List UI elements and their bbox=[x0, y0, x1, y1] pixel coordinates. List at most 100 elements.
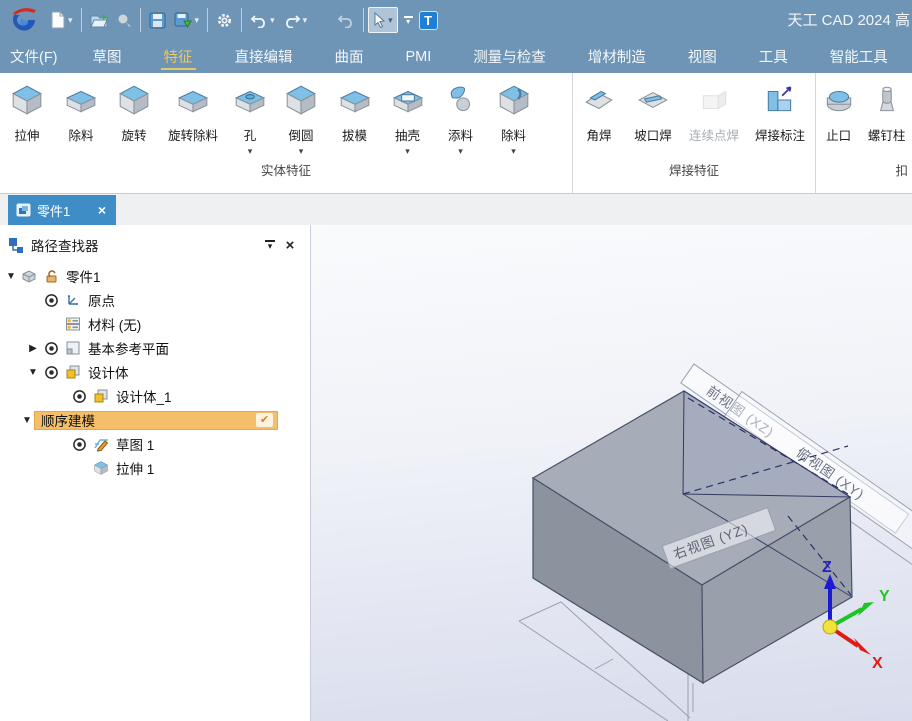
expander-icon[interactable]: ▼ bbox=[26, 367, 40, 378]
tree-row-sketch-1[interactable]: 草图 1 bbox=[0, 432, 310, 456]
screw-boss-tool[interactable]: 螺钉柱 bbox=[861, 77, 912, 158]
tree-row-part1[interactable]: ▼ 零件1 bbox=[0, 264, 310, 288]
tree-label: 设计体_1 bbox=[116, 386, 172, 406]
expander-icon[interactable]: ▼ bbox=[20, 415, 34, 426]
tab-pmi[interactable]: PMI bbox=[385, 40, 453, 73]
undo-secondary-button[interactable] bbox=[333, 5, 359, 35]
document-tab-part1[interactable]: 零件1 × bbox=[8, 195, 116, 225]
eye-icon[interactable] bbox=[68, 437, 90, 452]
eye-icon[interactable] bbox=[40, 341, 62, 356]
toolbar-separator bbox=[81, 8, 82, 32]
save-button[interactable] bbox=[145, 5, 170, 35]
toolbar-separator bbox=[241, 8, 242, 32]
remove-material-tool[interactable]: 除料 ▾ bbox=[487, 77, 540, 158]
close-document-icon[interactable]: × bbox=[96, 202, 108, 218]
ribbon-group-solid-features: 拉伸 除料 旋转 旋转除料 孔 ▾ 倒圆 ▾ bbox=[0, 73, 573, 193]
save-all-button[interactable]: ▾ bbox=[170, 5, 204, 35]
tab-features[interactable]: 特征 bbox=[143, 40, 214, 73]
select-tool-dropdown[interactable]: ▾ bbox=[388, 15, 393, 26]
revolve-tool[interactable]: 旋转 bbox=[108, 77, 160, 158]
menu-tab-bar: 文件(F) 草图 特征 直接编辑 曲面 PMI 测量与检查 增材制造 视图 工具… bbox=[0, 40, 912, 73]
settings-gear-button[interactable] bbox=[212, 5, 237, 35]
groove-weld-tool[interactable]: 坡口焊 bbox=[625, 77, 681, 158]
annotate-button[interactable] bbox=[113, 5, 136, 35]
checkbox-icon[interactable]: ✔ bbox=[256, 413, 273, 427]
pathfinder-close-icon[interactable]: × bbox=[280, 235, 300, 255]
text-tool-button[interactable]: T bbox=[419, 11, 438, 30]
tree-row-ordered-modeling[interactable]: ▼ 顺序建模 ✔ bbox=[0, 408, 310, 432]
fillet-weld-tool[interactable]: 角焊 bbox=[573, 77, 625, 158]
group-label-fasten: 扣 bbox=[816, 160, 912, 179]
spot-weld-tool: 连续点焊 bbox=[681, 77, 747, 158]
redo-button[interactable]: ▾ bbox=[279, 5, 312, 35]
cut-tool[interactable]: 除料 bbox=[54, 77, 108, 158]
toolbar-separator bbox=[207, 8, 208, 32]
redo-dropdown[interactable]: ▾ bbox=[303, 15, 308, 26]
hole-dropdown[interactable]: ▾ bbox=[248, 144, 253, 158]
undo-dropdown[interactable]: ▾ bbox=[270, 15, 275, 26]
weld-label-tool[interactable]: 焊接标注 bbox=[747, 77, 813, 158]
hole-icon bbox=[232, 81, 268, 119]
revolve-cut-tool[interactable]: 旋转除料 bbox=[160, 77, 226, 158]
notch-cut-face[interactable] bbox=[683, 391, 850, 497]
tree-row-design-body[interactable]: ▼ 设计体 bbox=[0, 360, 310, 384]
remove-material-dropdown[interactable]: ▾ bbox=[511, 144, 516, 158]
material-icon bbox=[62, 316, 84, 332]
hole-tool[interactable]: 孔 ▾ bbox=[226, 77, 274, 158]
add-material-tool[interactable]: 添料 ▾ bbox=[434, 77, 487, 158]
tab-surface[interactable]: 曲面 bbox=[314, 40, 385, 73]
tab-tools[interactable]: 工具 bbox=[738, 40, 809, 73]
new-document-button[interactable]: ▾ bbox=[46, 5, 77, 35]
extrude-tool[interactable]: 拉伸 bbox=[0, 77, 54, 158]
undo-button[interactable]: ▾ bbox=[246, 5, 279, 35]
toolbar-options-icon[interactable]: ▾ bbox=[404, 16, 413, 25]
tree-row-material[interactable]: 材料 (无) bbox=[0, 312, 310, 336]
tab-measure-inspect[interactable]: 测量与检查 bbox=[452, 40, 567, 73]
eye-icon[interactable] bbox=[40, 365, 62, 380]
round-dropdown[interactable]: ▾ bbox=[299, 144, 304, 158]
shell-tool[interactable]: 抽壳 ▾ bbox=[381, 77, 434, 158]
remove-material-icon bbox=[496, 81, 532, 119]
document-tab-label: 零件1 bbox=[37, 201, 96, 220]
ribbon: 拉伸 除料 旋转 旋转除料 孔 ▾ 倒圆 ▾ bbox=[0, 73, 912, 194]
expander-icon[interactable]: ▼ bbox=[4, 271, 18, 282]
tab-sketch[interactable]: 草图 bbox=[72, 40, 143, 73]
draft-tool[interactable]: 拔模 bbox=[328, 77, 381, 158]
tree-label: 零件1 bbox=[66, 266, 101, 286]
draft-icon bbox=[337, 81, 373, 119]
lip-tool[interactable]: 止口 bbox=[816, 77, 861, 158]
fillet-weld-icon bbox=[581, 81, 617, 119]
unlock-icon bbox=[40, 269, 62, 284]
pathfinder-dock-options-icon[interactable]: ▾ bbox=[260, 235, 280, 255]
tab-smart-tools[interactable]: 智能工具 bbox=[809, 40, 909, 73]
add-material-dropdown[interactable]: ▾ bbox=[458, 144, 463, 158]
shell-dropdown[interactable]: ▾ bbox=[405, 144, 410, 158]
pathfinder-header: 路径查找器 ▾ × bbox=[0, 232, 310, 258]
tree-label: 草图 1 bbox=[116, 434, 154, 454]
select-tool-button[interactable]: ▾ bbox=[368, 7, 398, 33]
new-document-dropdown[interactable]: ▾ bbox=[68, 15, 73, 26]
eye-icon[interactable] bbox=[40, 293, 62, 308]
expander-icon[interactable]: ▶ bbox=[26, 343, 40, 354]
save-all-dropdown[interactable]: ▾ bbox=[195, 15, 200, 26]
pathfinder-panel: 路径查找器 ▾ × ▼ 零件1 原点 bbox=[0, 225, 311, 721]
spot-weld-icon bbox=[696, 81, 732, 119]
eye-icon[interactable] bbox=[68, 389, 90, 404]
tree-label: 顺序建模 bbox=[41, 410, 95, 430]
tab-view[interactable]: 视图 bbox=[667, 40, 738, 73]
tree-row-design-body-1[interactable]: 设计体_1 bbox=[0, 384, 310, 408]
tree-row-origin[interactable]: 原点 bbox=[0, 288, 310, 312]
tab-file[interactable]: 文件(F) bbox=[0, 40, 72, 73]
tree-row-base-reference-planes[interactable]: ▶ 基本参考平面 bbox=[0, 336, 310, 360]
pathfinder-icon bbox=[8, 237, 25, 254]
part-icon bbox=[18, 268, 40, 284]
title-bar: ▾ ▾ ▾ ▾ bbox=[0, 0, 912, 73]
tree-row-extrude-1[interactable]: 拉伸 1 bbox=[0, 456, 310, 480]
tree-label: 基本参考平面 bbox=[88, 338, 169, 358]
round-tool[interactable]: 倒圆 ▾ bbox=[274, 77, 328, 158]
design-body-icon bbox=[90, 388, 112, 404]
open-document-button[interactable] bbox=[86, 5, 113, 35]
tab-direct-edit[interactable]: 直接编辑 bbox=[214, 40, 314, 73]
ordered-modeling-highlight[interactable]: 顺序建模 ✔ bbox=[34, 411, 278, 430]
tab-additive[interactable]: 增材制造 bbox=[567, 40, 667, 73]
